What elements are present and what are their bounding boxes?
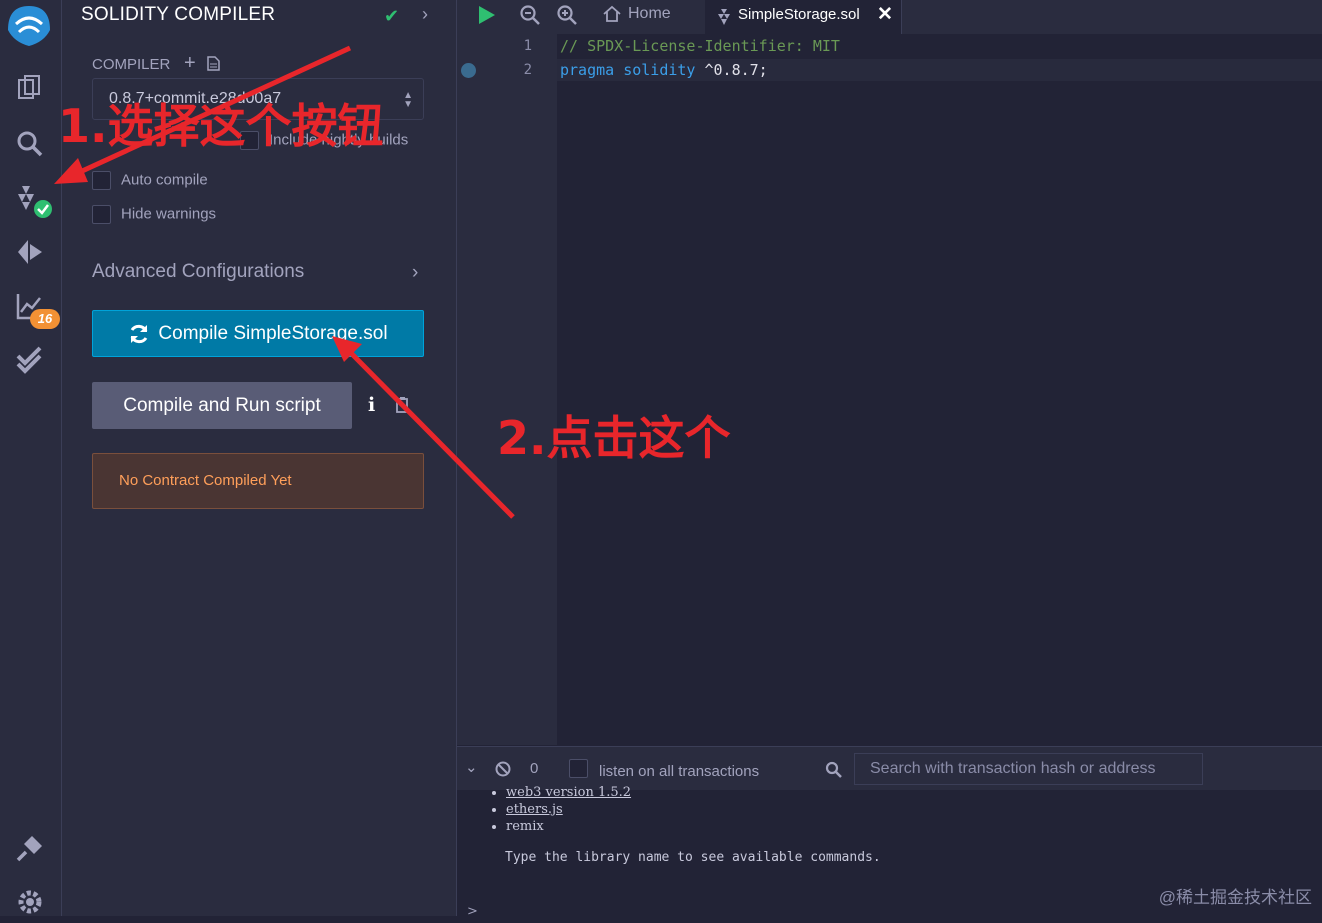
breakpoint-icon[interactable] [461,63,476,78]
terminal-prompt[interactable]: > [467,904,478,919]
list-item: remix [506,818,631,835]
line-number: 1 [523,38,532,54]
add-compiler-icon[interactable]: + [184,52,196,75]
watermark: @稀土掘金技术社区 [1158,888,1312,907]
test-icon[interactable] [14,344,46,376]
annotation-step1: 1.选择这个按钮 [58,99,384,153]
compile-button[interactable]: Compile SimpleStorage.sol [92,310,424,357]
hide-warnings-checkbox[interactable] [92,205,111,224]
chevron-right-icon[interactable]: › [422,4,428,25]
alert-text: No Contract Compiled Yet [119,472,292,489]
terminal-hint: Type the library name to see available c… [505,850,881,865]
transaction-search-input[interactable] [855,754,1202,784]
solidity-compiler-icon[interactable] [12,182,54,220]
auto-compile-label: Auto compile [121,171,208,189]
close-icon[interactable]: ✕ [877,3,893,26]
deploy-run-icon[interactable] [14,236,46,268]
select-caret-icon: ▲ ▼ [403,90,413,110]
plugin-manager-icon[interactable] [14,832,46,864]
copy-icon[interactable] [396,396,409,413]
version-text: ^0.8.7; [704,61,768,79]
compile-button-label: Compile SimpleStorage.sol [158,322,388,344]
chevron-right-icon[interactable]: › [412,262,418,284]
check-icon: ✔ [384,6,400,26]
zoom-in-icon[interactable] [556,4,578,26]
remix-logo-icon[interactable] [4,2,54,48]
file-explorer-icon[interactable] [14,72,46,104]
auto-compile-checkbox[interactable] [92,171,111,190]
compiler-label: COMPILER [92,56,171,73]
keyword: solidity [623,61,696,79]
file-icon[interactable] [207,56,220,71]
run-icon[interactable] [475,4,497,26]
listen-label: listen on all transactions [599,763,760,780]
panel-title: SOLIDITY COMPILER [81,4,276,25]
code-editor[interactable]: 1 2 // SPDX-License-Identifier: MIT prag… [457,34,1322,745]
code-line-2: pragma solidity ^0.8.7; [560,61,768,79]
zoom-out-icon[interactable] [519,4,541,26]
icon-sidebar: 16 [0,0,62,916]
tab-home-label: Home [628,5,671,22]
library-link[interactable]: web3 version 1.5.2 [506,785,631,800]
library-name: remix [506,819,544,834]
list-item[interactable]: web3 version 1.5.2 [506,784,631,801]
compile-run-script-button[interactable]: Compile and Run script [92,382,352,429]
no-contract-alert: No Contract Compiled Yet [92,453,424,509]
solidity-file-icon [718,9,730,25]
list-item[interactable]: ethers.js [506,801,631,818]
hide-warnings-label: Hide warnings [121,205,217,223]
clear-icon[interactable] [495,761,511,777]
search-icon[interactable] [14,128,46,160]
pending-count: 0 [530,760,539,777]
listen-checkbox[interactable] [569,759,588,778]
advanced-configurations[interactable]: Advanced Configurations [92,261,304,283]
chevron-double-down-icon[interactable]: ⌄ [465,758,478,776]
analysis-badge: 16 [30,309,60,329]
info-icon[interactable]: i [368,394,375,416]
code-line-1: // SPDX-License-Identifier: MIT [560,37,840,55]
auto-compile-row[interactable]: Auto compile [92,171,208,190]
tab-file-label: SimpleStorage.sol [738,6,860,23]
keyword: pragma [560,61,615,79]
library-list: web3 version 1.5.2 ethers.js remix [457,784,631,835]
library-link[interactable]: ethers.js [506,802,563,817]
editor-gutter: 1 2 [457,34,557,745]
hide-warnings-row[interactable]: Hide warnings [92,205,216,224]
line-number: 2 [523,62,532,78]
home-icon [603,5,621,22]
annotation-step2: 2.点击这个 [497,411,731,465]
tab-simplestorage[interactable]: SimpleStorage.sol ✕ [705,0,902,34]
settings-icon[interactable] [14,886,46,918]
refresh-icon [131,324,148,343]
tab-home[interactable]: Home [602,4,671,24]
search-icon[interactable] [825,761,842,778]
transaction-search[interactable] [854,753,1203,785]
